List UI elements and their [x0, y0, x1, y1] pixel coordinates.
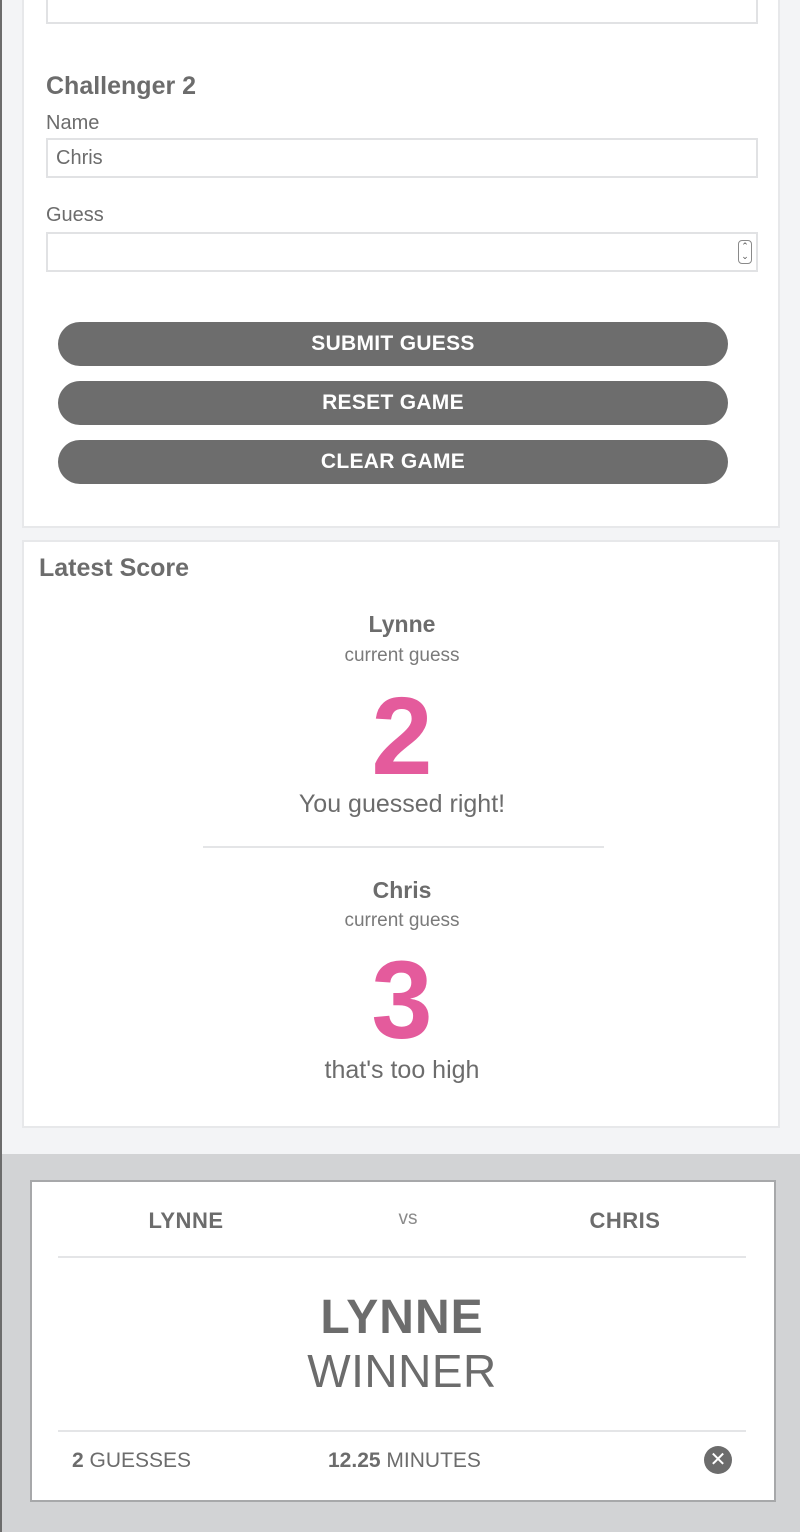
number-spinner-icon[interactable]: ⌃ ⌄: [738, 240, 752, 264]
player-2-feedback: that's too high: [324, 1056, 480, 1084]
submit-guess-button[interactable]: SUBMIT GUESS: [58, 322, 728, 366]
versus-label: vs: [398, 1208, 418, 1229]
result-player-2: CHRIS: [589, 1208, 661, 1233]
player-2-current-guess-label: current guess: [344, 910, 460, 931]
minutes-value: 12.25: [328, 1449, 381, 1472]
guesses-count: 2: [72, 1449, 84, 1472]
close-icon[interactable]: ✕: [704, 1446, 732, 1474]
player-1-current-guess-label: current guess: [344, 645, 460, 666]
guesses-label: GUESSES: [89, 1449, 192, 1472]
player-1-name: Lynne: [368, 611, 436, 637]
result-divider-bottom: [58, 1430, 746, 1432]
challenger-2-title: Challenger 2: [46, 72, 197, 100]
minutes-label: MINUTES: [386, 1449, 481, 1472]
guess-number-input[interactable]: ⌃ ⌄: [46, 232, 758, 272]
minutes-stat: 12.25 MINUTES: [328, 1449, 481, 1473]
name-field[interactable]: [46, 138, 758, 178]
reset-game-button[interactable]: RESET GAME: [58, 381, 728, 425]
clear-game-button[interactable]: CLEAR GAME: [58, 440, 728, 484]
result-player-1: LYNNE: [148, 1208, 224, 1233]
guesses-stat: 2 GUESSES: [72, 1449, 191, 1473]
player-1-guess-value: 2: [371, 675, 433, 798]
latest-score-title: Latest Score: [39, 554, 190, 582]
winner-label: WINNER: [307, 1345, 497, 1397]
player-2-name: Chris: [372, 877, 432, 903]
winner-name: LYNNE: [320, 1291, 484, 1344]
score-divider: [203, 846, 604, 848]
player-2-guess-value: 3: [371, 939, 433, 1062]
player-1-feedback: You guessed right!: [298, 790, 506, 818]
result-divider-top: [58, 1256, 746, 1258]
name-label: Name: [46, 112, 100, 134]
guess-label: Guess: [46, 204, 104, 226]
previous-guess-input[interactable]: [46, 0, 758, 24]
